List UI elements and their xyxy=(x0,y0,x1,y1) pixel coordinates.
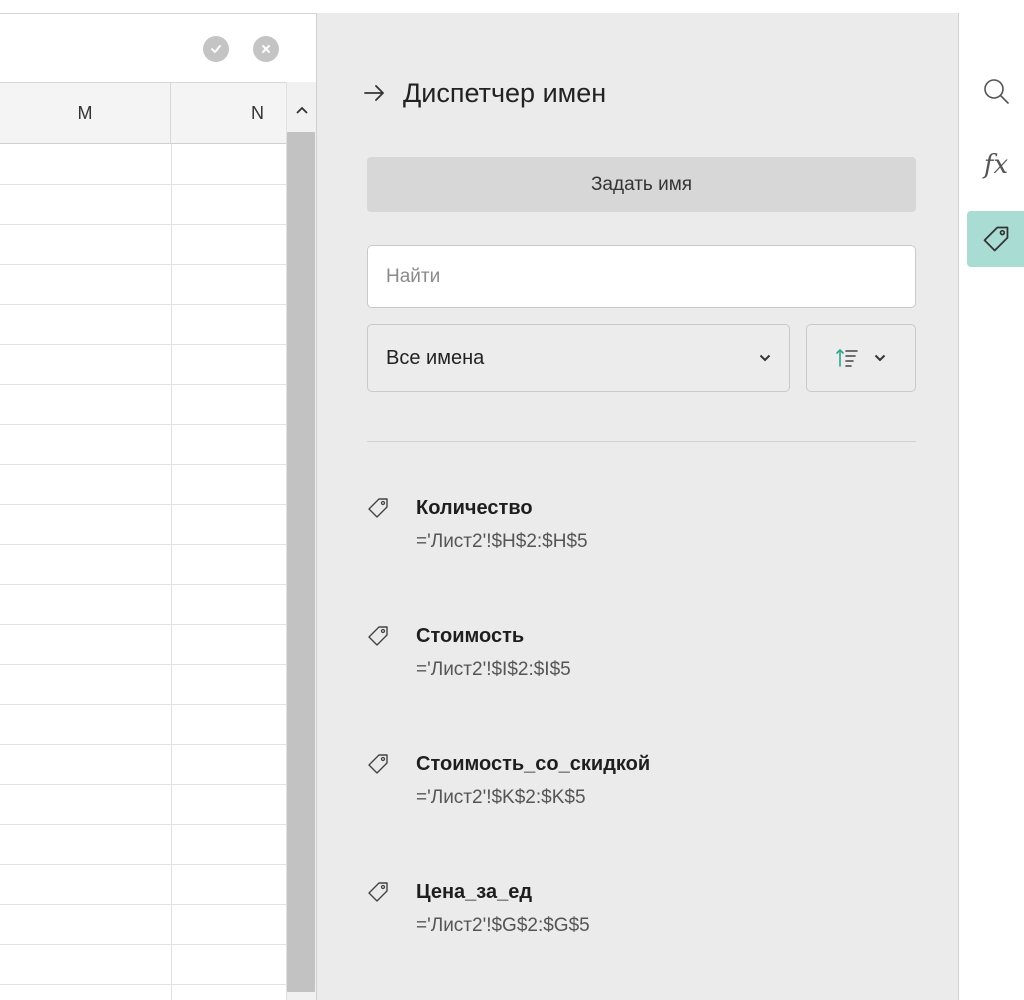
row-divider xyxy=(0,544,286,545)
row-divider xyxy=(0,744,286,745)
scroll-up-button[interactable] xyxy=(287,96,316,124)
panel-title: Диспетчер имен xyxy=(403,77,607,108)
formula-bar xyxy=(0,14,316,82)
row-divider xyxy=(0,784,286,785)
column-headers: M N xyxy=(0,82,286,144)
name-reference: ='Лист2'!$K$2:$K$5 xyxy=(416,787,586,808)
name-manager-panel: Диспетчер имен Задать имя Все имена Коли… xyxy=(316,13,958,1000)
tag-icon xyxy=(368,754,388,774)
vertical-scrollbar[interactable] xyxy=(286,82,316,1000)
name-reference: ='Лист2'!$G$2:$G$5 xyxy=(416,915,590,936)
names-filter-select[interactable]: Все имена xyxy=(367,324,790,392)
divider xyxy=(367,441,916,442)
name-label: Стоимость xyxy=(416,625,525,647)
row-divider xyxy=(0,504,286,505)
tag-icon xyxy=(368,498,388,518)
cancel-formula-button[interactable] xyxy=(253,36,279,62)
tag-icon xyxy=(368,626,388,646)
tag-icon xyxy=(983,226,1009,252)
side-name-manager-button[interactable] xyxy=(967,211,1024,267)
row-divider xyxy=(0,264,286,265)
name-label: Стоимость_со_скидкой xyxy=(416,753,651,775)
define-name-button[interactable]: Задать имя xyxy=(367,157,916,212)
sort-button[interactable] xyxy=(806,324,916,392)
row-divider xyxy=(0,864,286,865)
row-divider xyxy=(0,424,286,425)
confirm-formula-button[interactable] xyxy=(203,36,229,62)
row-divider xyxy=(0,304,286,305)
fx-icon: fx xyxy=(983,150,1009,180)
tag-icon xyxy=(368,882,388,902)
row-divider xyxy=(0,344,286,345)
names-list: Количество ='Лист2'!$H$2:$H$5 Стоимость … xyxy=(367,491,916,1000)
name-label: Цена_за_ед xyxy=(416,881,533,903)
app-window: M N Диспетчер имен Задать имя Все имена xyxy=(0,0,1024,1000)
side-toolbar: fx xyxy=(958,13,1024,1000)
chevron-down-icon xyxy=(874,354,886,362)
row-divider xyxy=(0,464,286,465)
row-divider xyxy=(0,184,286,185)
scroll-thumb[interactable] xyxy=(287,132,315,992)
row-divider xyxy=(0,664,286,665)
row-divider xyxy=(0,384,286,385)
name-reference: ='Лист2'!$H$2:$H$5 xyxy=(416,531,588,552)
row-divider xyxy=(0,704,286,705)
name-label: Количество xyxy=(416,497,533,519)
list-item[interactable]: Стоимость ='Лист2'!$I$2:$I$5 xyxy=(367,619,916,747)
row-divider xyxy=(0,824,286,825)
filter-value: Все имена xyxy=(386,346,485,369)
sort-icon xyxy=(836,349,858,367)
row-divider xyxy=(0,904,286,905)
arrow-right-icon[interactable] xyxy=(363,83,387,103)
cancel-icon xyxy=(262,45,270,53)
list-item[interactable]: Количество ='Лист2'!$H$2:$H$5 xyxy=(367,491,916,619)
row-divider xyxy=(0,984,286,985)
list-item[interactable]: Цена_за_ед ='Лист2'!$G$2:$G$5 xyxy=(367,875,916,1000)
side-functions-button[interactable]: fx xyxy=(967,137,1024,193)
panel-header: Диспетчер имен xyxy=(363,73,606,113)
chevron-down-icon xyxy=(759,354,771,362)
name-reference: ='Лист2'!$I$2:$I$5 xyxy=(416,659,571,680)
column-header-m[interactable]: M xyxy=(0,83,171,144)
cell-grid[interactable] xyxy=(0,144,286,1000)
confirm-icon xyxy=(211,45,221,53)
search-input[interactable] xyxy=(367,245,916,308)
row-divider xyxy=(0,944,286,945)
row-divider xyxy=(0,584,286,585)
list-item[interactable]: Стоимость_со_скидкой ='Лист2'!$K$2:$K$5 xyxy=(367,747,916,875)
spreadsheet-area: M N xyxy=(0,13,316,1000)
side-search-button[interactable] xyxy=(967,63,1024,119)
search-icon xyxy=(984,79,1009,104)
row-divider xyxy=(0,224,286,225)
row-divider xyxy=(0,624,286,625)
column-header-n[interactable]: N xyxy=(171,83,286,144)
scroll-up-icon xyxy=(295,106,308,114)
column-divider xyxy=(171,144,172,1000)
